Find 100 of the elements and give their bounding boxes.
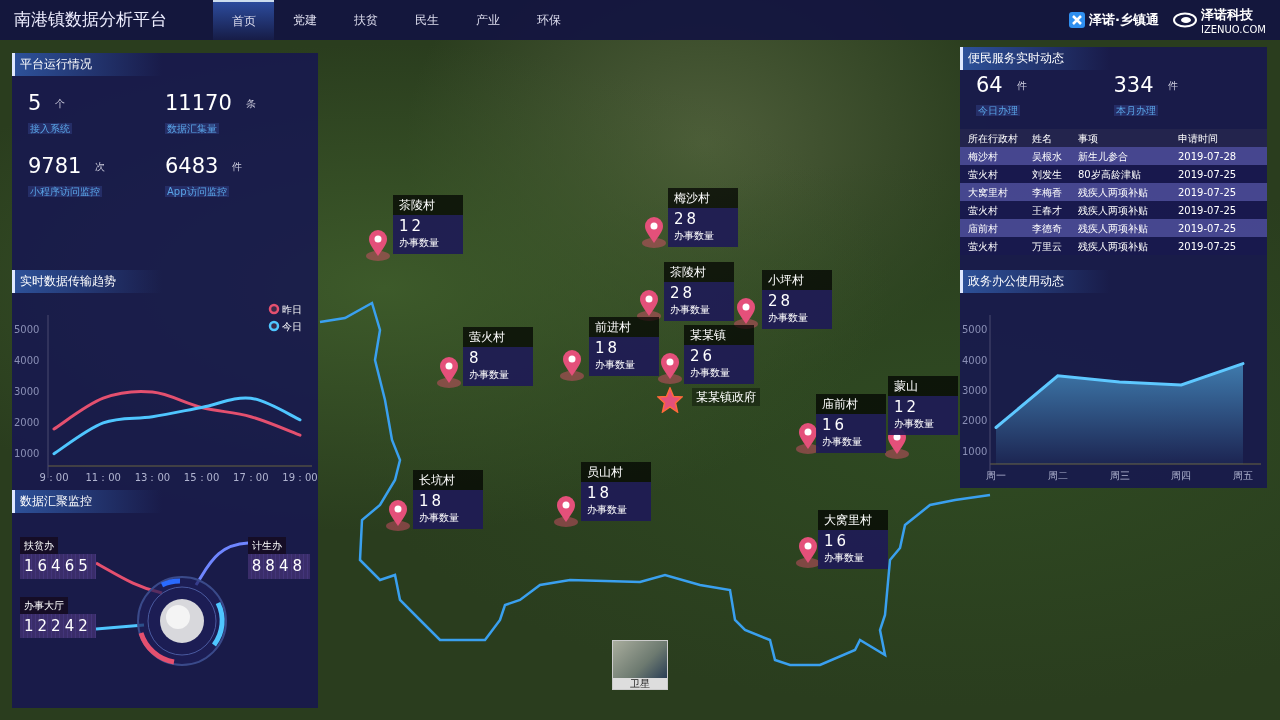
table-cell-text: 庙前村: [968, 221, 999, 236]
counter-label: 计生办: [247, 537, 286, 554]
legend-label: 昨日: [282, 304, 302, 315]
star-icon[interactable]: [657, 387, 683, 413]
table-cell-text: 残疾人两项补贴: [1078, 203, 1149, 218]
axis-tick-label: 5000: [14, 324, 40, 336]
nav-tab[interactable]: 产业: [457, 0, 518, 40]
count-caption: 办事数量: [894, 417, 935, 431]
table-cell-text: 大窝里村: [968, 185, 1009, 200]
axis-tick-label: 周四: [1171, 470, 1192, 481]
axis-tick-label: 1000: [14, 447, 40, 459]
counter-label: 扶贫办: [20, 537, 58, 554]
table-cell-text: 吴根水: [1032, 149, 1063, 164]
count-caption: 办事数量: [690, 366, 731, 380]
axis-tick-label: 13：00: [134, 472, 171, 483]
work-count: 12: [399, 217, 426, 235]
map-layer-button[interactable]: 卫星: [612, 640, 668, 690]
stat-value: 9781: [28, 155, 82, 179]
table-cell-text: 梅沙村: [968, 149, 999, 164]
axis-tick-label: 周二: [1047, 470, 1068, 481]
map-pin-icon[interactable]: [559, 348, 585, 382]
counter-label: 办事大厅: [20, 596, 68, 614]
nav-tab[interactable]: 扶贫: [335, 0, 396, 40]
work-count: 16: [822, 416, 849, 434]
work-count: 26: [690, 347, 717, 365]
nav-tab[interactable]: 首页: [213, 0, 274, 40]
stat-unit: 件: [1016, 79, 1027, 94]
axis-tick-label: 2000: [962, 415, 988, 427]
count-caption: 办事数量: [824, 551, 865, 565]
nav-tab[interactable]: 环保: [518, 0, 579, 40]
stat-label: App访问监控: [165, 186, 229, 198]
table-cell-text: 萤火村: [968, 203, 999, 218]
village-name: 长坑村: [413, 470, 483, 490]
stat-value: 64: [976, 74, 1003, 98]
column-header: 姓名: [1032, 131, 1053, 146]
axis-tick-label: 1000: [962, 445, 988, 457]
village-name: 某某镇: [684, 325, 754, 345]
axis-tick-label: 2000: [14, 416, 40, 428]
village-name: 前进村: [589, 317, 659, 337]
stat-value: 6483: [165, 155, 219, 179]
axis-tick-label: 4000: [14, 355, 40, 367]
table-cell-text: 2019-07-25: [1178, 239, 1238, 254]
app-title: 南港镇数据分析平台: [13, 8, 168, 32]
map-pin-icon[interactable]: [657, 351, 683, 385]
column-header: 事项: [1078, 131, 1099, 146]
swirl-logo-text: 泽诺科技: [1200, 6, 1254, 25]
stat-label: 本月办理: [1113, 105, 1158, 117]
stat-value: 5: [28, 92, 42, 116]
x-logo-icon: [1069, 12, 1085, 28]
count-caption: 办事数量: [469, 368, 510, 382]
table-cell-text: 2019-07-25: [1178, 203, 1238, 218]
table-cell-text: 2019-07-25: [1178, 167, 1238, 182]
axis-tick-label: 17：00: [233, 472, 269, 483]
axis-tick-label: 15：00: [183, 472, 220, 483]
table-cell-text: 残疾人两项补贴: [1078, 221, 1149, 236]
table-cell-text: 2019-07-25: [1178, 221, 1238, 236]
table-cell-text: 80岁高龄津贴: [1078, 167, 1142, 182]
legend-marker-icon: [268, 303, 280, 315]
work-count: 8: [469, 349, 483, 367]
nav-tab[interactable]: 党建: [274, 0, 335, 40]
village-name: 大窝里村: [818, 510, 888, 530]
counter-value: 8848: [247, 554, 310, 579]
table-cell-text: 新生儿参合: [1078, 149, 1129, 164]
work-count: 12: [894, 398, 921, 416]
logo-subtext: IZENUO.COM: [1200, 24, 1266, 35]
map-pin-icon[interactable]: [385, 498, 411, 532]
axis-tick-label: 周一: [986, 470, 1006, 481]
work-count: 28: [670, 284, 697, 302]
stat-unit: 条: [245, 97, 256, 112]
village-name: 梅沙村: [668, 188, 738, 208]
village-name: 蒙山: [888, 376, 958, 396]
nav-tab[interactable]: 民生: [396, 0, 457, 40]
axis-tick-label: 19：00: [282, 472, 318, 483]
axis-tick-label: 5000: [962, 324, 988, 336]
axis-tick-label: 3000: [14, 386, 40, 398]
axis-tick-label: 9：00: [39, 472, 69, 483]
table-cell-text: 萤火村: [968, 239, 999, 254]
village-name: 庙前村: [816, 394, 886, 414]
map-pin-icon[interactable]: [436, 355, 462, 389]
stat-unit: 件: [232, 160, 243, 175]
map-pin-icon[interactable]: [365, 228, 391, 262]
axis-tick-label: 3000: [962, 385, 988, 396]
count-caption: 办事数量: [595, 358, 636, 372]
count-caption: 办事数量: [768, 311, 809, 325]
table-cell-text: 刘发生: [1032, 167, 1063, 182]
count-caption: 办事数量: [822, 435, 863, 449]
stat-label: 小程序访问监控: [28, 186, 102, 198]
village-name: 茶陵村: [664, 262, 734, 282]
axis-tick-label: 周三: [1109, 470, 1130, 481]
axis-tick-label: 11：00: [85, 472, 121, 483]
map-pin-icon[interactable]: [641, 215, 667, 249]
map-pin-icon[interactable]: [553, 494, 579, 528]
count-caption: 办事数量: [399, 236, 440, 250]
table-cell-text: 李梅香: [1032, 185, 1063, 200]
government-label: 某某镇政府: [692, 388, 760, 406]
work-count: 28: [768, 292, 795, 310]
stat-unit: 件: [1167, 79, 1178, 94]
stat-unit: 次: [95, 160, 106, 175]
counter-value: 16465: [20, 554, 96, 579]
count-caption: 办事数量: [587, 503, 628, 517]
